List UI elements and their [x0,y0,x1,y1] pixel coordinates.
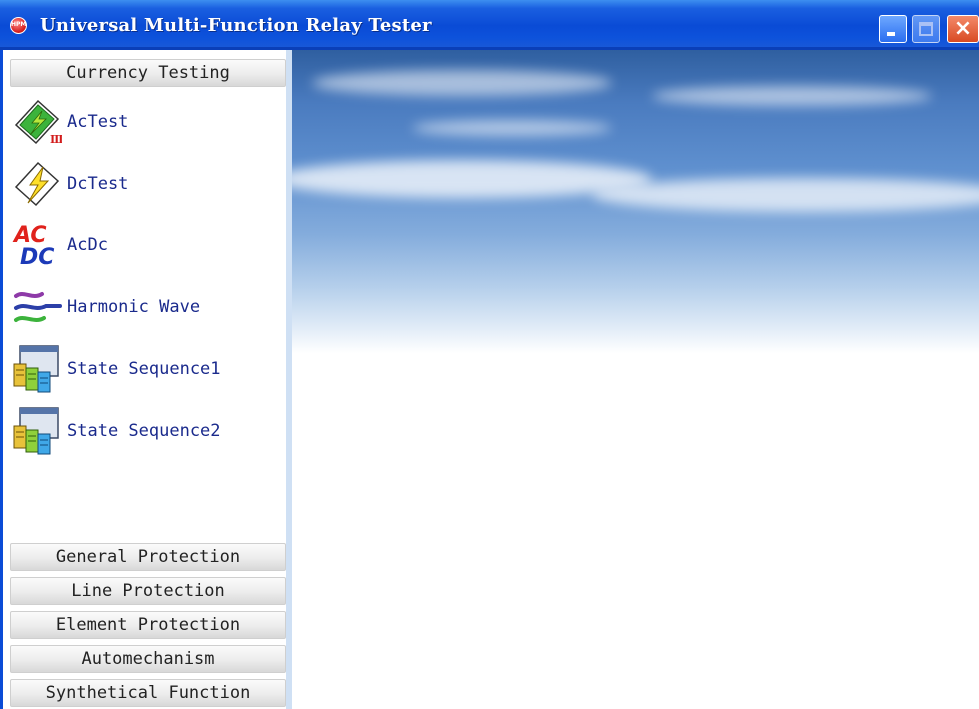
tool-label: AcTest [67,112,129,132]
tool-label: DcTest [67,174,129,194]
app-icon[interactable]: HPM [10,17,27,34]
tool-state-sequence2[interactable]: State Sequence2 [10,406,280,460]
tool-label: AcDc [67,235,108,255]
maximize-icon [919,22,933,36]
tool-state-sequence1[interactable]: State Sequence1 [10,344,280,398]
maximize-button[interactable] [912,15,940,43]
minimize-button[interactable] [879,15,907,43]
acdc-icon-bottom-text: DC [20,245,54,270]
harmonic-wave-icon [14,292,62,322]
tool-label: State Sequence1 [67,359,221,379]
app-icon-text: HPM [11,21,27,28]
category-currency-testing[interactable]: Currency Testing [10,59,286,87]
category-element-protection[interactable]: Element Protection [10,611,286,639]
acdc-icon: AC DC [12,223,54,270]
title-bar[interactable]: HPM Universal Multi-Function Relay Teste… [0,0,979,50]
cloud-decoration [312,70,612,96]
main-workspace [292,50,979,709]
tool-actest[interactable]: Ⅲ AcTest [10,97,280,151]
close-button[interactable]: × [947,15,979,43]
category-automechanism[interactable]: Automechanism [10,645,286,673]
dc-test-icon [14,161,60,207]
cloud-decoration [412,120,612,136]
tool-label: State Sequence2 [67,421,221,441]
close-icon: × [953,16,973,41]
ac-test-icon: Ⅲ [14,99,62,146]
window-title: Universal Multi-Function Relay Tester [40,15,432,36]
category-synthetical-function[interactable]: Synthetical Function [10,679,286,707]
tool-harmonic-wave[interactable]: Harmonic Wave [10,282,280,336]
category-general-protection[interactable]: General Protection [10,543,286,571]
state-sequence-icon [13,345,59,393]
cloud-decoration [592,178,979,212]
tool-label: Harmonic Wave [67,297,201,317]
svg-text:Ⅲ: Ⅲ [50,133,62,146]
cloud-decoration [652,86,932,106]
state-sequence-icon [13,407,59,455]
tool-dctest[interactable]: DcTest [10,159,280,213]
tool-acdc[interactable]: AC DC AcDc [10,220,280,274]
minimize-icon [887,32,895,36]
category-line-protection[interactable]: Line Protection [10,577,286,605]
